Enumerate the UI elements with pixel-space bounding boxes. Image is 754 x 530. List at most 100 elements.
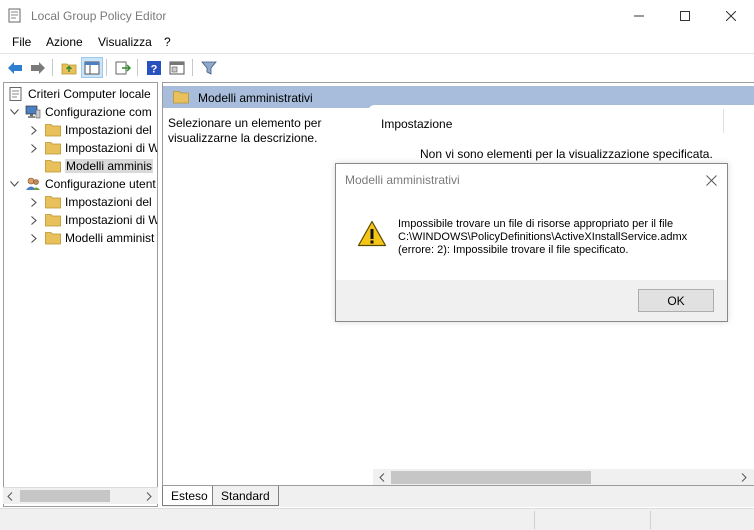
folder-icon [45, 214, 61, 227]
tree-label: Impostazioni del [65, 123, 152, 137]
forward-arrow-icon [31, 61, 45, 74]
menu-visualizza[interactable]: Visualizza [98, 35, 152, 49]
tree-pane-icon [84, 61, 100, 74]
error-dialog: Modelli amministrativi Impossibile trova… [335, 163, 728, 322]
status-bar [0, 508, 754, 530]
folder-icon [45, 232, 61, 245]
filter-button[interactable] [198, 57, 220, 78]
tree-item-root[interactable]: Criteri Computer locale [8, 85, 151, 103]
dialog-footer: OK [336, 280, 727, 321]
chevron-right-icon[interactable] [28, 196, 40, 208]
scroll-right-icon[interactable] [146, 492, 152, 501]
toolbar-separator [52, 59, 53, 76]
dialog-message-line: (errore: 2): Impossibile trovare il file… [398, 244, 629, 256]
properties-icon [169, 61, 185, 74]
window-title: Local Group Policy Editor [31, 9, 167, 23]
scroll-left-icon[interactable] [7, 492, 13, 501]
back-button[interactable] [4, 57, 26, 78]
tree-item-computer-child[interactable]: Impostazioni di W [28, 139, 158, 157]
tree-horizontal-scrollbar[interactable] [3, 487, 158, 504]
back-arrow-icon [8, 61, 22, 74]
menu-azione[interactable]: Azione [46, 35, 83, 49]
users-icon [26, 177, 40, 190]
tree-item-user-child[interactable]: Impostazioni del [28, 193, 152, 211]
dialog-message: Impossibile trovare un file di risorse a… [398, 218, 687, 257]
column-header-impostazione[interactable]: Impostazione [381, 117, 452, 131]
tree-label: Impostazioni del [65, 195, 152, 209]
export-list-button[interactable] [112, 57, 134, 78]
menu-help[interactable]: ? [164, 35, 171, 49]
dialog-message-line: Impossibile trovare un file di risorse a… [398, 218, 674, 230]
minimize-button[interactable] [616, 0, 662, 31]
folder-icon [45, 160, 61, 173]
details-header-title: Modelli amministrativi [198, 91, 313, 105]
export-icon [115, 61, 131, 74]
maximize-icon [680, 10, 690, 21]
tree-item-computer-admin-templates[interactable]: Modelli amminis [28, 157, 154, 175]
tree-label: Modelli amminis [65, 159, 154, 173]
toolbar: ? [0, 53, 754, 80]
chevron-down-icon[interactable] [8, 178, 20, 190]
dialog-message-line: C:\WINDOWS\PolicyDefinitions\ActiveXInst… [398, 231, 688, 243]
up-folder-button[interactable] [58, 57, 80, 78]
scrollbar-thumb[interactable] [391, 471, 591, 484]
warning-icon [357, 220, 387, 247]
ok-button[interactable]: OK [638, 289, 714, 312]
chevron-right-icon[interactable] [28, 124, 40, 136]
empty-list-message: Non vi sono elementi per la visualizzazi… [420, 147, 713, 161]
status-divider [650, 511, 651, 529]
tab-standard[interactable]: Standard [212, 486, 279, 506]
tree-item-computer-child[interactable]: Impostazioni del [28, 121, 152, 139]
folder-icon [45, 142, 61, 155]
tree-label: Impostazioni di W [65, 213, 158, 227]
tree-item-user-child[interactable]: Modelli amminist [28, 229, 154, 247]
tree-label: Criteri Computer locale [28, 87, 151, 101]
scrollbar-thumb[interactable] [20, 490, 110, 502]
tree-item-user-child[interactable]: Impostazioni di W [28, 211, 158, 229]
tree-label: Impostazioni di W [65, 141, 158, 155]
tree-item-user-config[interactable]: Configurazione utent [8, 175, 156, 193]
help-icon: ? [147, 60, 161, 75]
view-tabs: Esteso Standard [162, 486, 754, 507]
maximize-button[interactable] [662, 0, 708, 31]
folder-icon [45, 124, 61, 137]
column-divider[interactable] [723, 109, 724, 133]
forward-button[interactable] [27, 57, 49, 78]
close-button[interactable] [708, 0, 754, 31]
dialog-title: Modelli amministrativi [345, 173, 460, 187]
tree-label: Configurazione com [45, 105, 152, 119]
status-divider [534, 511, 535, 529]
tab-esteso[interactable]: Esteso [162, 486, 217, 506]
svg-text:?: ? [151, 63, 158, 75]
up-folder-icon [61, 63, 77, 74]
close-icon [705, 174, 717, 186]
toolbar-separator [137, 59, 138, 76]
menu-file[interactable]: File [12, 35, 31, 49]
title-bar: Local Group Policy Editor [0, 0, 754, 31]
chevron-down-icon[interactable] [8, 106, 20, 118]
description-text: Selezionare un elemento per visualizzarn… [168, 116, 322, 145]
tree-item-computer-config[interactable]: Configurazione com [8, 103, 152, 121]
menu-bar: File Azione Visualizza ? [0, 31, 754, 53]
details-horizontal-scrollbar[interactable] [373, 469, 754, 485]
show-hide-tree-button[interactable] [81, 57, 103, 78]
close-icon [726, 10, 736, 21]
chevron-right-icon[interactable] [28, 214, 40, 226]
tree-pane: Criteri Computer locale Configurazione c… [3, 82, 158, 507]
minimize-icon [634, 15, 644, 16]
toolbar-separator [192, 59, 193, 76]
policy-document-icon [9, 87, 22, 101]
toolbar-separator [106, 59, 107, 76]
chevron-right-icon[interactable] [28, 142, 40, 154]
properties-button[interactable] [166, 57, 188, 78]
tree-label: Configurazione utent [45, 177, 156, 191]
chevron-right-icon[interactable] [28, 232, 40, 244]
help-button[interactable]: ? [143, 57, 165, 78]
tree-label: Modelli amminist [65, 231, 155, 245]
scroll-right-icon[interactable] [741, 473, 747, 482]
scroll-left-icon[interactable] [379, 473, 385, 482]
dialog-close-button[interactable] [702, 171, 720, 189]
folder-icon [173, 91, 189, 104]
computer-icon [25, 105, 41, 119]
